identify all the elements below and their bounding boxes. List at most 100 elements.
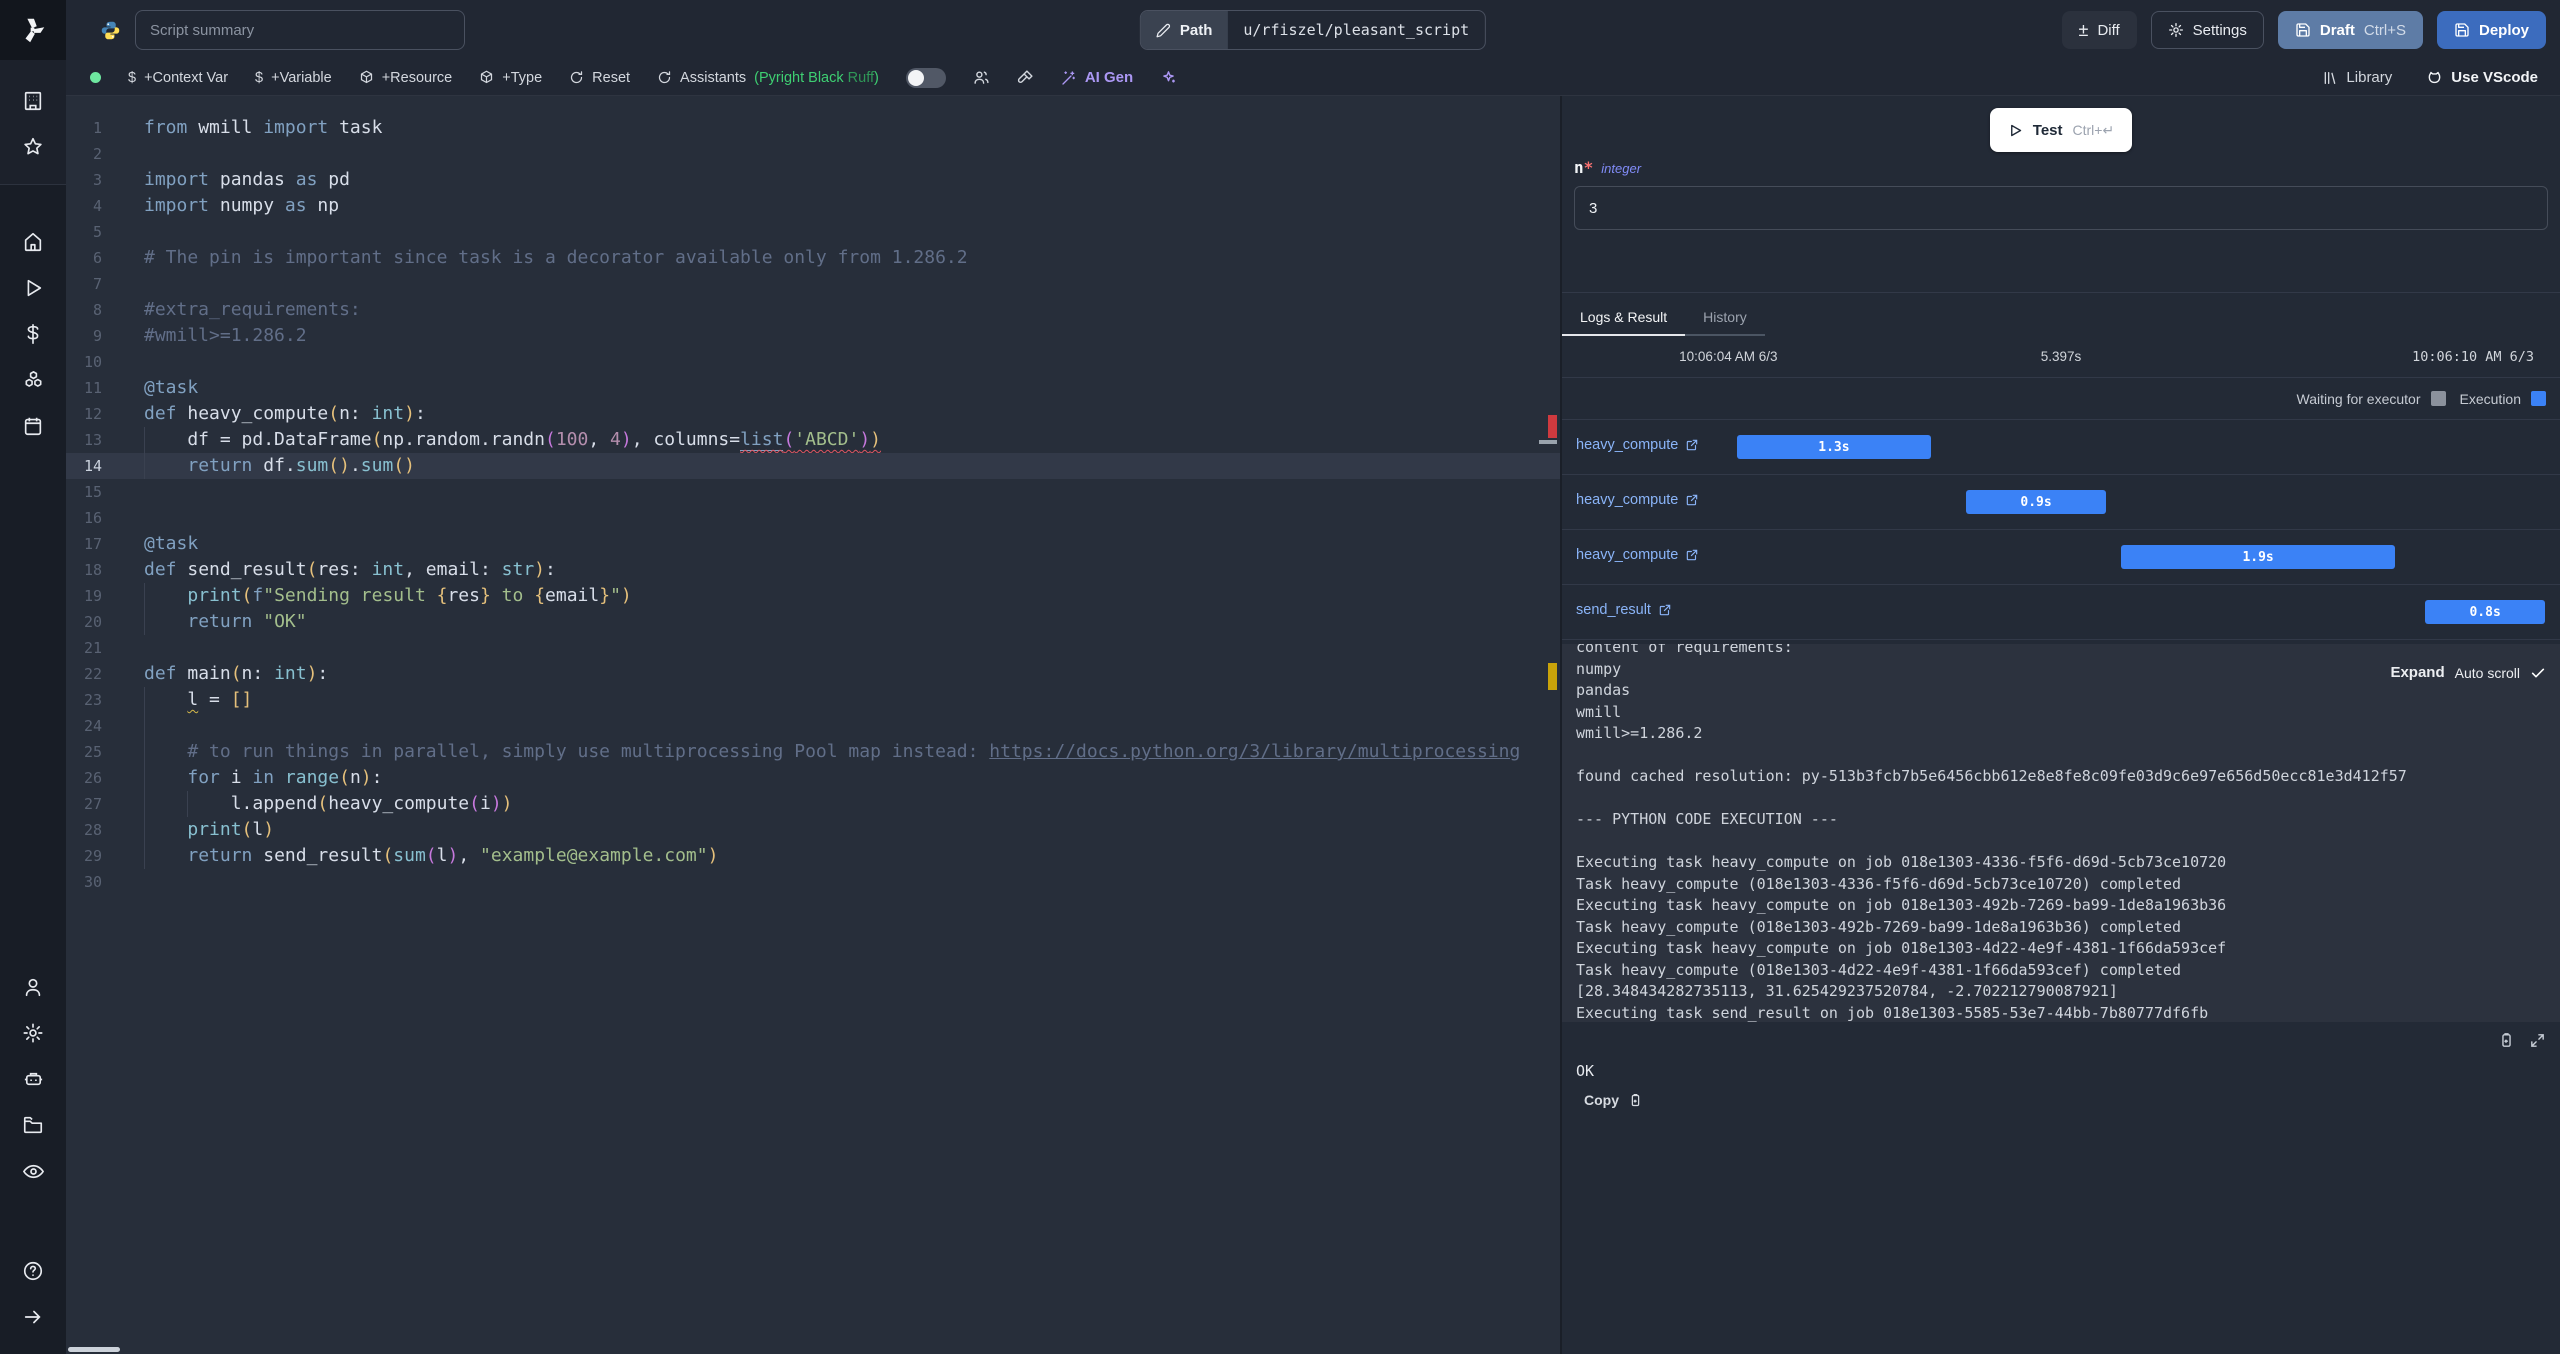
path-label: Path — [1179, 21, 1213, 39]
code-line: 13 df = pd.DataFrame(np.random.randn(100… — [66, 427, 1560, 453]
deploy-button[interactable]: Deploy — [2436, 11, 2546, 49]
copy-button[interactable]: Copy — [1584, 1092, 1643, 1108]
log-line: wmill>=1.286.2 — [1576, 724, 1703, 742]
plus-minus-icon: ± — [2078, 20, 2089, 40]
code-editor[interactable]: 1 from wmill import task 2 3 import pandas a… — [66, 96, 1560, 1354]
line-number: 12 — [83, 405, 102, 423]
line-number: 10 — [83, 353, 102, 371]
execution-color-square — [2531, 391, 2546, 406]
job-link[interactable]: heavy_compute — [1576, 437, 1699, 453]
code-line: 23 l = [] — [66, 687, 1560, 713]
resources-icon[interactable] — [0, 357, 66, 403]
line-number: 22 — [83, 665, 102, 683]
copy-result-icon[interactable] — [2498, 1032, 2515, 1049]
collapse-arrow-icon[interactable] — [0, 1294, 66, 1340]
dollar-icon: $ — [128, 69, 137, 86]
box-icon — [479, 70, 494, 85]
tab-logs-result[interactable]: Logs & Result — [1562, 300, 1686, 336]
legend-waiting-label: Waiting for executor — [2296, 390, 2421, 407]
line-number: 6 — [92, 249, 102, 267]
code-line: 8 #extra_requirements: — [66, 297, 1560, 323]
execution-bar: 1.3s — [1736, 435, 1932, 459]
format-brush-icon[interactable] — [1017, 69, 1034, 86]
home-icon[interactable] — [0, 219, 66, 265]
schedules-icon[interactable] — [0, 403, 66, 449]
start-time: 10:06:04 AM 6/3 — [1679, 349, 1778, 364]
test-button[interactable]: Test Ctrl+↵ — [1989, 108, 2133, 152]
path-value: u/rfiszel/pleasant_script — [1243, 21, 1470, 39]
favorites-icon[interactable] — [0, 124, 66, 170]
code-line: 27 l.append(heavy_compute(i)) — [66, 791, 1560, 817]
execution-bar: 1.9s — [2120, 545, 2396, 569]
code-lines: 1 from wmill import task 2 3 import pandas a… — [66, 96, 1560, 895]
add-type-button[interactable]: +Type — [479, 70, 542, 86]
workspace-icon[interactable] — [0, 78, 66, 124]
windmill-logo[interactable] — [0, 0, 66, 60]
execution-row: heavy_compute 1.3s — [1562, 420, 2560, 475]
error-marker — [1548, 415, 1557, 438]
toolbar-toggle[interactable] — [905, 67, 946, 88]
line-number: 5 — [92, 223, 102, 241]
code-line: 17 @task — [66, 531, 1560, 557]
tab-history[interactable]: History — [1685, 300, 1765, 336]
job-link[interactable]: heavy_compute — [1576, 547, 1699, 563]
code-line: 29 return send_result(sum(l), "example@e… — [66, 843, 1560, 869]
left-sidebar — [0, 0, 66, 1354]
argument-n-input[interactable] — [1574, 186, 2548, 230]
folders-icon[interactable] — [0, 1102, 66, 1148]
help-icon[interactable] — [0, 1248, 66, 1294]
save-icon — [2454, 22, 2470, 38]
log-line: Task heavy_compute (018e1303-4d22-4e9f-4… — [1576, 960, 2182, 979]
expand-logs-button[interactable]: Expand — [2390, 664, 2444, 681]
execution-bar: 0.8s — [2425, 600, 2546, 624]
sparkles-icon[interactable] — [1160, 69, 1177, 86]
draft-button[interactable]: Draft Ctrl+S — [2277, 11, 2423, 49]
library-button[interactable]: Library — [2322, 69, 2392, 86]
topbar: Path u/rfiszel/pleasant_script ± Diff Se… — [66, 0, 2560, 60]
audit-eye-icon[interactable] — [0, 1148, 66, 1194]
use-vscode-button[interactable]: Use VScode — [2426, 69, 2538, 86]
logs-box[interactable]: content of requirements: numpy pandas wmill… — [1562, 644, 2560, 1022]
ai-gen-button[interactable]: AI Gen — [1061, 69, 1133, 86]
box-icon — [359, 70, 374, 85]
code-line: 25 # to run things in parallel, simply u… — [66, 739, 1560, 765]
workers-icon[interactable] — [0, 1056, 66, 1102]
reset-button[interactable]: Reset — [569, 70, 630, 86]
multiplayer-icon[interactable] — [973, 69, 990, 86]
reset-icon — [569, 70, 584, 85]
line-number: 25 — [83, 743, 102, 761]
line-number: 4 — [92, 197, 102, 215]
script-summary-input[interactable] — [135, 10, 465, 50]
waiting-color-square — [2430, 391, 2446, 406]
fullscreen-icon[interactable] — [2529, 1032, 2546, 1049]
diff-button[interactable]: ± Diff — [2061, 11, 2137, 49]
variables-icon[interactable] — [0, 311, 66, 357]
code-line: 7 — [66, 271, 1560, 297]
add-context-var-button[interactable]: $ +Context Var — [128, 70, 228, 86]
code-line: 20 return "OK" — [66, 609, 1560, 635]
code-line: 10 — [66, 349, 1560, 375]
user-icon[interactable] — [0, 964, 66, 1010]
settings-button[interactable]: Settings — [2150, 11, 2264, 49]
autoscroll-label[interactable]: Auto scroll — [2455, 665, 2520, 681]
line-number: 21 — [83, 639, 102, 657]
add-variable-button[interactable]: $ +Variable — [255, 70, 332, 86]
runs-icon[interactable] — [0, 265, 66, 311]
add-resource-button[interactable]: +Resource — [359, 70, 452, 86]
code-line: 5 — [66, 219, 1560, 245]
line-number: 8 — [92, 301, 102, 319]
path-button[interactable]: Path u/rfiszel/pleasant_script — [1139, 10, 1487, 50]
external-link-icon — [1658, 603, 1672, 617]
refresh-icon — [657, 70, 672, 85]
draft-shortcut: Ctrl+S — [2363, 21, 2406, 39]
timeline-legend: Waiting for executor Execution — [1562, 378, 2560, 420]
settings-gear-icon[interactable] — [0, 1010, 66, 1056]
code-line: 15 — [66, 479, 1560, 505]
job-link[interactable]: send_result — [1576, 602, 1672, 618]
log-line: wmill — [1576, 702, 1622, 721]
job-link[interactable]: heavy_compute — [1576, 492, 1699, 508]
horizontal-scrollbar[interactable] — [68, 1347, 120, 1352]
run-panel: Test Ctrl+↵ n*integer Logs & Result Hist… — [1560, 96, 2560, 1354]
assistants-button[interactable]: Assistants (Pyright Black Ruff) — [657, 70, 879, 86]
